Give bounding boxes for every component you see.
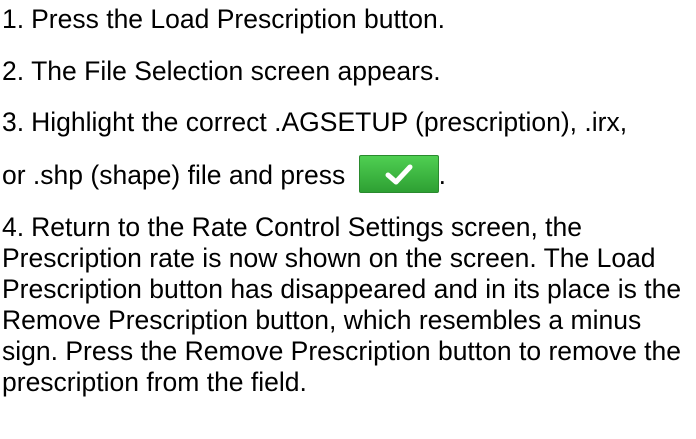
step-2: 2. The File Selection screen appears. [2, 56, 441, 87]
step-2-text: The File Selection screen appears. [31, 56, 441, 86]
step-1-text: Press the Load Prescription button. [31, 4, 446, 34]
step-3-continuation: or .shp (shape) file and press . [2, 155, 446, 193]
step-4-number: 4. [2, 212, 25, 242]
step-4: 4. Return to the Rate Control Settings sc… [2, 212, 694, 398]
step-3-period: . [438, 160, 446, 190]
step-2-number: 2. [2, 56, 25, 86]
step-4-text: Return to the Rate Control Settings scre… [2, 212, 682, 397]
accept-button-illustration [358, 155, 439, 193]
checkmark-icon [385, 164, 413, 185]
step-3: 3. Highlight the correct .AGSETUP (prescr… [2, 107, 627, 138]
step-3-text: Highlight the correct .AGSETUP (prescrip… [31, 107, 628, 137]
step-3-number: 3. [2, 107, 25, 137]
step-1: 1. Press the Load Prescription button. [2, 4, 445, 35]
step-1-number: 1. [2, 4, 25, 34]
step-3-continuation-text: or .shp (shape) file and press [2, 160, 346, 190]
